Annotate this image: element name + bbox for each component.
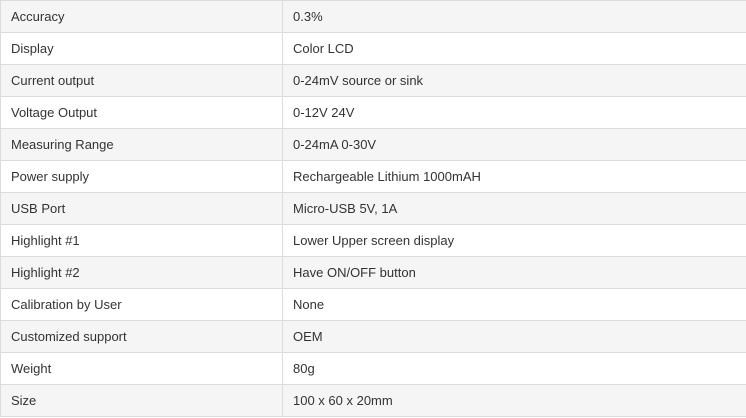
row-value: Color LCD — [282, 32, 746, 65]
table-row: Measuring Range 0-24mA 0-30V — [0, 128, 746, 161]
table-row: Voltage Output 0-12V 24V — [0, 96, 746, 129]
row-value: None — [282, 288, 746, 321]
row-label: USB Port — [0, 192, 283, 225]
row-label: Highlight #1 — [0, 224, 283, 257]
row-label: Calibration by User — [0, 288, 283, 321]
row-value: 80g — [282, 352, 746, 385]
row-value: 0.3% — [282, 0, 746, 33]
row-value: 0-24mA 0-30V — [282, 128, 746, 161]
row-label: Current output — [0, 64, 283, 97]
row-label: Power supply — [0, 160, 283, 193]
row-value: Lower Upper screen display — [282, 224, 746, 257]
row-label: Accuracy — [0, 0, 283, 33]
table-row: Highlight #1 Lower Upper screen display — [0, 224, 746, 257]
table-row: Accuracy 0.3% — [0, 0, 746, 33]
table-row: USB Port Micro-USB 5V, 1A — [0, 192, 746, 225]
table-row: Calibration by User None — [0, 288, 746, 321]
table-row: Weight 80g — [0, 352, 746, 385]
table-row: Power supply Rechargeable Lithium 1000mA… — [0, 160, 746, 193]
row-value: Have ON/OFF button — [282, 256, 746, 289]
spec-table: Accuracy 0.3% Display Color LCD Current … — [0, 0, 746, 417]
table-row: Current output 0-24mV source or sink — [0, 64, 746, 97]
row-value: 0-12V 24V — [282, 96, 746, 129]
row-label: Highlight #2 — [0, 256, 283, 289]
row-label: Weight — [0, 352, 283, 385]
table-row: Customized support OEM — [0, 320, 746, 353]
row-label: Customized support — [0, 320, 283, 353]
table-row: Highlight #2 Have ON/OFF button — [0, 256, 746, 289]
row-value: Micro-USB 5V, 1A — [282, 192, 746, 225]
row-label: Display — [0, 32, 283, 65]
row-label: Measuring Range — [0, 128, 283, 161]
row-value: 100 x 60 x 20mm — [282, 384, 746, 417]
row-label: Size — [0, 384, 283, 417]
row-value: 0-24mV source or sink — [282, 64, 746, 97]
table-row: Size 100 x 60 x 20mm — [0, 384, 746, 417]
row-label: Voltage Output — [0, 96, 283, 129]
row-value: Rechargeable Lithium 1000mAH — [282, 160, 746, 193]
row-value: OEM — [282, 320, 746, 353]
table-row: Display Color LCD — [0, 32, 746, 65]
